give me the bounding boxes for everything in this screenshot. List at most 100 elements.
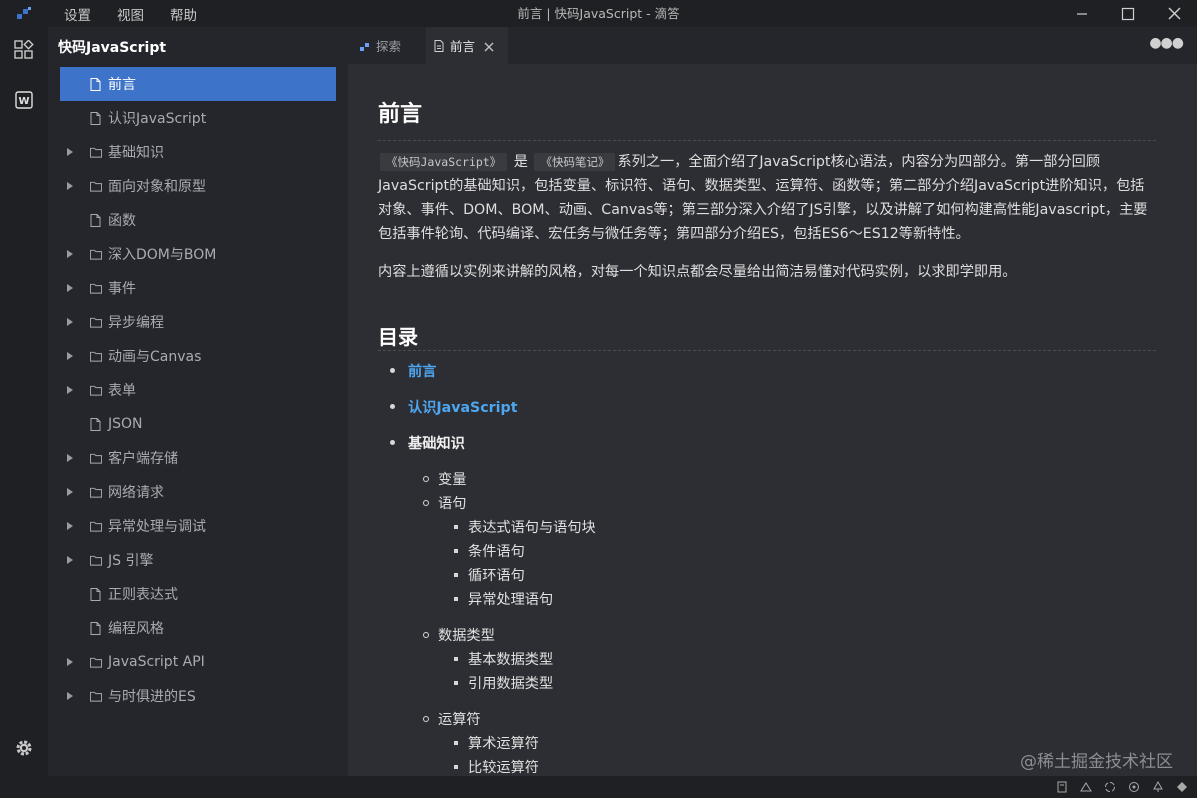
chevron-right-icon[interactable] <box>66 521 76 531</box>
target-icon[interactable] <box>1127 780 1141 794</box>
sidebar-item-label: JavaScript API <box>108 654 205 670</box>
chevron-right-icon[interactable] <box>66 487 76 497</box>
file-tree: 前言认识JavaScript 基础知识 面向对象和原型函数深入DOM与BOM 事件 异步… <box>48 67 348 713</box>
sidebar-folder[interactable]: JS 引擎 <box>60 543 336 577</box>
menu-settings[interactable]: 设置 <box>64 4 91 24</box>
sidebar-folder[interactable]: JavaScript API <box>60 645 336 679</box>
tab-current-label: 前言 <box>450 39 476 54</box>
sidebar-item-label: 认识JavaScript <box>108 111 207 127</box>
chevron-right-icon[interactable] <box>66 555 76 565</box>
sidebar-item-label: 网络请求 <box>108 485 164 501</box>
intro-paragraph: 《快码JavaScript》 是 《快码笔记》 系列之一，全面介绍了JavaScr… <box>378 150 1156 246</box>
chevron-right-icon[interactable] <box>66 181 76 191</box>
minimize-button[interactable] <box>1059 0 1105 27</box>
apps-icon <box>14 39 34 64</box>
sync-icon[interactable] <box>1103 780 1117 794</box>
chevron-right-icon[interactable] <box>66 691 76 701</box>
sidebar-folder[interactable]: 基础知识 <box>60 135 336 169</box>
page-title: 前言 <box>378 102 423 127</box>
chevron-right-icon[interactable] <box>66 453 76 463</box>
tab-explore[interactable]: 探索 <box>348 27 426 64</box>
bullet <box>423 716 429 722</box>
toc-heading: 目录 <box>378 325 418 349</box>
tab-current[interactable]: 前言 <box>426 27 508 64</box>
sidebar-folder[interactable]: 动画与Canvas <box>60 339 336 373</box>
chevron-right-icon[interactable] <box>66 351 76 361</box>
document-icon <box>434 40 444 55</box>
bullet <box>454 681 458 685</box>
sidebar-item-label: 前言 <box>108 77 136 93</box>
close-button[interactable] <box>1151 0 1197 27</box>
menu-view[interactable]: 视图 <box>117 4 144 24</box>
close-tab-icon[interactable] <box>484 40 494 55</box>
chevron-right-icon[interactable] <box>66 283 76 293</box>
sidebar-folder[interactable]: 与时俱进的ES <box>60 679 336 713</box>
sidebar-file[interactable]: JSON <box>60 407 336 441</box>
settings-button[interactable] <box>0 738 48 762</box>
workspace-activity-button[interactable]: W <box>0 77 48 127</box>
toc-link-preface[interactable]: 前言 <box>408 361 436 381</box>
toc-item-type-2: 引用数据类型 <box>468 676 554 692</box>
workspace-w-icon: W <box>15 91 33 113</box>
svg-text:W: W <box>18 96 29 107</box>
sidebar-folder[interactable]: 异常处理与调试 <box>60 509 336 543</box>
window-controls <box>1059 0 1197 27</box>
app-logo-icon <box>0 0 48 27</box>
sidebar: 快码JavaScript 前言 认识JavaScript 基础知识 面向对象和原型 函数… <box>48 27 348 776</box>
triangle-icon[interactable] <box>1079 780 1093 794</box>
chevron-right-icon[interactable] <box>66 657 76 667</box>
more-options-icon[interactable]: ●●● <box>1149 35 1184 51</box>
sidebar-file[interactable]: 正则表达式 <box>60 577 336 611</box>
sidebar-folder[interactable]: 面向对象和原型 <box>60 169 336 203</box>
chevron-right-icon[interactable] <box>66 249 76 259</box>
sidebar-item-label: 编程风格 <box>108 621 164 637</box>
folder-icon <box>90 247 102 261</box>
chevron-right-icon[interactable] <box>66 147 76 157</box>
explore-icon <box>360 40 370 55</box>
intro-text: 是 <box>513 154 528 170</box>
sidebar-folder[interactable]: 表单 <box>60 373 336 407</box>
sidebar-file[interactable]: 认识JavaScript <box>60 101 336 135</box>
tree-icon[interactable] <box>1151 780 1165 794</box>
sidebar-item-label: 客户端存储 <box>108 451 178 467</box>
toc-item-stmt-1: 表达式语句与语句块 <box>468 520 596 536</box>
maximize-button[interactable] <box>1105 0 1151 27</box>
document-icon <box>90 111 102 125</box>
diamond-icon[interactable] <box>1175 780 1189 794</box>
bullet <box>390 440 395 445</box>
toc-item-op-2: 比较运算符 <box>468 760 539 776</box>
sidebar-file[interactable]: 函数 <box>60 203 336 237</box>
sidebar-folder[interactable]: 异步编程 <box>60 305 336 339</box>
folder-icon <box>90 281 102 295</box>
folder-icon <box>90 383 102 397</box>
sidebar-file[interactable]: 编程风格 <box>60 611 336 645</box>
toc-item-op-1: 算术运算符 <box>468 736 539 752</box>
document-icon <box>90 417 102 431</box>
sidebar-item-label: 函数 <box>108 213 136 229</box>
chevron-right-icon[interactable] <box>66 385 76 395</box>
document-icon <box>90 621 102 635</box>
explore-activity-button[interactable] <box>0 27 48 77</box>
bullet <box>390 404 395 409</box>
title-bar: 设置 视图 帮助 前言 | 快码JavaScript - 滴答 <box>0 0 1197 27</box>
document-icon <box>90 587 102 601</box>
sidebar-file[interactable]: 前言 <box>60 67 336 101</box>
status-icons <box>1055 776 1189 798</box>
sidebar-folder[interactable]: 客户端存储 <box>60 441 336 475</box>
second-paragraph: 内容上遵循以实例来讲解的风格，对每一个知识点都会尽量给出简洁易懂对代码实例，以求… <box>378 264 1017 280</box>
sidebar-item-label: 动画与Canvas <box>108 349 202 365</box>
bullet <box>423 500 429 506</box>
gear-icon <box>14 738 34 762</box>
sidebar-folder[interactable]: 深入DOM与BOM <box>60 237 336 271</box>
sidebar-item-label: 正则表达式 <box>108 587 178 603</box>
toc-link-know-js[interactable]: 认识JavaScript <box>408 397 517 417</box>
bullet <box>423 476 429 482</box>
book-icon[interactable] <box>1055 780 1069 794</box>
sidebar-folder[interactable]: 事件 <box>60 271 336 305</box>
sidebar-folder[interactable]: 网络请求 <box>60 475 336 509</box>
chevron-right-icon[interactable] <box>66 317 76 327</box>
menu-help[interactable]: 帮助 <box>170 4 197 24</box>
folder-icon <box>90 519 102 533</box>
bullet <box>454 765 458 769</box>
folder-icon <box>90 349 102 363</box>
